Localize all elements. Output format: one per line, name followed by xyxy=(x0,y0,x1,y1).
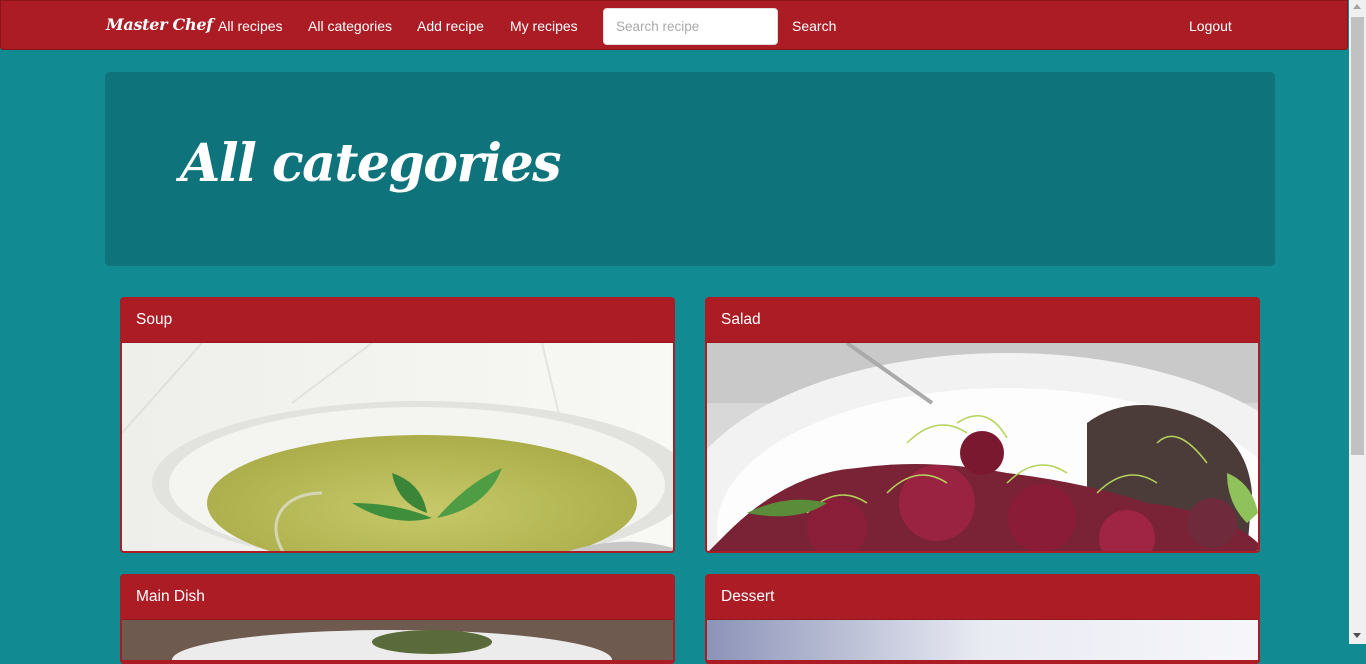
card-header: Soup xyxy=(122,299,673,343)
page-title: All categories xyxy=(180,133,561,194)
search-button[interactable]: Search xyxy=(792,18,836,34)
category-card-main-dish[interactable]: Main Dish xyxy=(120,574,675,664)
category-card-dessert[interactable]: Dessert xyxy=(705,574,1260,664)
card-header: Dessert xyxy=(707,576,1258,620)
salad-image[interactable] xyxy=(707,343,1258,551)
search-input[interactable] xyxy=(603,8,778,45)
category-title: Main Dish xyxy=(136,588,205,605)
category-title: Dessert xyxy=(721,588,775,605)
card-header: Salad xyxy=(707,299,1258,343)
soup-image[interactable] xyxy=(122,343,673,551)
nav-my-recipes[interactable]: My recipes xyxy=(510,18,578,34)
nav-add-recipe[interactable]: Add recipe xyxy=(417,18,484,34)
main-dish-image[interactable] xyxy=(122,620,673,662)
category-card-soup[interactable]: Soup xyxy=(120,297,675,553)
navbar: Master Chef All recipes All categories A… xyxy=(0,0,1348,50)
nav-all-categories[interactable]: All categories xyxy=(308,18,392,34)
scroll-up-arrow-icon[interactable] xyxy=(1353,4,1361,9)
logout-link[interactable]: Logout xyxy=(1189,18,1232,34)
scroll-down-arrow-icon[interactable] xyxy=(1353,633,1361,638)
nav-all-recipes[interactable]: All recipes xyxy=(218,18,283,34)
category-title: Salad xyxy=(721,311,761,328)
page-header-banner: All categories xyxy=(105,72,1275,266)
dessert-image[interactable] xyxy=(707,620,1258,662)
brand-logo[interactable]: Master Chef xyxy=(106,15,213,34)
category-title: Soup xyxy=(136,311,173,328)
card-header: Main Dish xyxy=(122,576,673,620)
category-card-salad[interactable]: Salad xyxy=(705,297,1260,553)
scrollbar-thumb[interactable] xyxy=(1351,17,1364,455)
